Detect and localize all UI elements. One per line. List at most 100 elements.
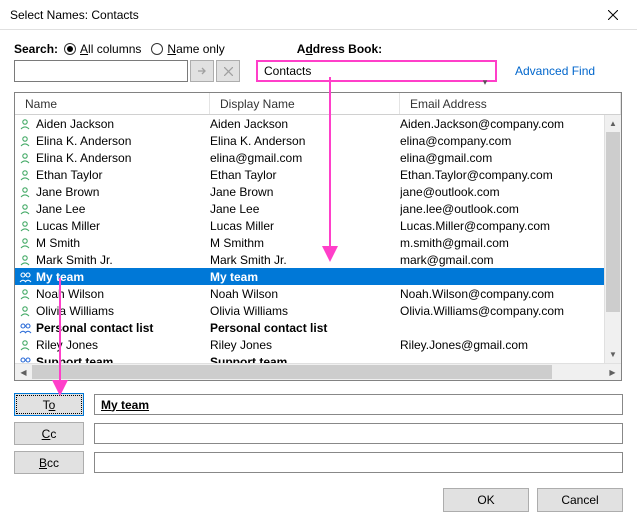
table-row[interactable]: Support team Support team <box>15 353 621 363</box>
radio-dot-icon <box>151 43 163 55</box>
scroll-right-icon[interactable]: ▶ <box>604 364 621 381</box>
table-row[interactable]: Olivia WilliamsOlivia WilliamsOlivia.Wil… <box>15 302 621 319</box>
clear-button[interactable] <box>216 60 240 82</box>
cell-name: Ethan Taylor <box>36 168 103 182</box>
bcc-button[interactable]: Bcc <box>14 451 84 474</box>
radio-all-columns[interactable]: All columns <box>64 42 141 56</box>
vertical-scrollbar[interactable]: ▲ ▼ <box>604 115 621 363</box>
close-button[interactable] <box>591 1 635 29</box>
person-icon <box>18 134 32 148</box>
address-book-label: Address Book: <box>297 42 382 56</box>
to-field[interactable]: My team <box>94 394 623 415</box>
table-row[interactable]: Mark Smith Jr.Mark Smith Jr.mark@gmail.c… <box>15 251 621 268</box>
col-name[interactable]: Name <box>15 93 210 114</box>
advanced-find-link[interactable]: Advanced Find <box>515 64 595 78</box>
person-icon <box>18 236 32 250</box>
table-row[interactable]: Noah WilsonNoah WilsonNoah.Wilson@compan… <box>15 285 621 302</box>
scroll-thumb[interactable] <box>32 365 552 379</box>
table-row[interactable]: M SmithM Smithmm.smith@gmail.com <box>15 234 621 251</box>
table-body[interactable]: Aiden JacksonAiden JacksonAiden.Jackson@… <box>15 115 621 363</box>
group-icon <box>18 321 32 335</box>
person-icon <box>18 287 32 301</box>
scroll-thumb[interactable] <box>606 132 620 312</box>
chevron-down-icon <box>252 64 493 80</box>
cell-email: Riley.Jones@gmail.com <box>400 338 621 352</box>
cell-display: Ethan Taylor <box>210 168 400 182</box>
cell-name: Lucas Miller <box>36 219 100 233</box>
arrow-right-icon <box>197 66 207 76</box>
cell-name: Elina K. Anderson <box>36 134 131 148</box>
address-book-combo[interactable]: Contacts <box>256 60 497 82</box>
cell-email: Noah.Wilson@company.com <box>400 287 621 301</box>
table-row[interactable]: Personal contact listPersonal contact li… <box>15 319 621 336</box>
table-row[interactable]: My team My team <box>15 268 621 285</box>
scroll-up-icon[interactable]: ▲ <box>605 115 621 132</box>
cell-name: Support team <box>36 355 113 364</box>
cell-display: Jane Lee <box>210 202 400 216</box>
cell-display: Aiden Jackson <box>210 117 400 131</box>
cell-display: Elina K. Anderson <box>210 134 400 148</box>
cell-email: Ethan.Taylor@company.com <box>400 168 621 182</box>
cell-display: Lucas Miller <box>210 219 400 233</box>
cell-display: M Smithm <box>210 236 400 250</box>
cell-display: Jane Brown <box>210 185 400 199</box>
cc-button[interactable]: Cc <box>14 422 84 445</box>
cell-display: Support team <box>210 355 400 364</box>
cell-name: Jane Brown <box>36 185 99 199</box>
table-row[interactable]: Lucas MillerLucas MillerLucas.Miller@com… <box>15 217 621 234</box>
table-row[interactable]: Elina K. Anderson elina@gmail.comelina@gm… <box>15 149 621 166</box>
search-input[interactable] <box>14 60 188 82</box>
cell-name: Jane Lee <box>36 202 85 216</box>
bcc-field[interactable] <box>94 452 623 473</box>
table-header: Name Display Name Email Address <box>15 93 621 115</box>
cell-display: elina@gmail.com <box>210 151 400 165</box>
cell-name: Aiden Jackson <box>36 117 114 131</box>
table-row[interactable]: Ethan TaylorEthan TaylorEthan.Taylor@com… <box>15 166 621 183</box>
person-icon <box>18 151 32 165</box>
horizontal-scrollbar[interactable]: ◀ ▶ <box>15 363 621 380</box>
table-row[interactable]: Elina K. AndersonElina K. Andersonelina@… <box>15 132 621 149</box>
table-row[interactable]: Jane BrownJane Brownjane@outlook.com <box>15 183 621 200</box>
cell-email: elina@gmail.com <box>400 151 621 165</box>
scroll-down-icon[interactable]: ▼ <box>605 346 621 363</box>
person-icon <box>18 304 32 318</box>
x-icon <box>224 67 233 76</box>
cell-email: elina@company.com <box>400 134 621 148</box>
table-row[interactable]: Aiden JacksonAiden JacksonAiden.Jackson@… <box>15 115 621 132</box>
table-row[interactable]: Riley JonesRiley JonesRiley.Jones@gmail.… <box>15 336 621 353</box>
go-button[interactable] <box>190 60 214 82</box>
cell-name: M Smith <box>36 236 80 250</box>
group-icon <box>18 270 32 284</box>
search-label: Search: <box>14 42 58 56</box>
cell-name: Elina K. Anderson <box>36 151 131 165</box>
person-icon <box>18 338 32 352</box>
cancel-button[interactable]: Cancel <box>537 488 623 512</box>
radio-name-only[interactable]: Name only <box>151 42 224 56</box>
col-display[interactable]: Display Name <box>210 93 400 114</box>
cell-email: Olivia.Williams@company.com <box>400 304 621 318</box>
cell-display: My team <box>210 270 400 284</box>
ok-button[interactable]: OK <box>443 488 529 512</box>
cell-email: jane@outlook.com <box>400 185 621 199</box>
table-row[interactable]: Jane LeeJane Leejane.lee@outlook.com <box>15 200 621 217</box>
dialog-title: Select Names: Contacts <box>10 8 591 22</box>
cell-name: My team <box>36 270 84 284</box>
col-email[interactable]: Email Address <box>400 93 621 114</box>
person-icon <box>18 117 32 131</box>
cell-email: Aiden.Jackson@company.com <box>400 117 621 131</box>
scroll-left-icon[interactable]: ◀ <box>15 364 32 381</box>
to-button[interactable]: To <box>14 393 84 416</box>
chevron-down-icon: ▾ <box>477 74 493 90</box>
radio-dot-icon <box>64 43 76 55</box>
cell-name: Riley Jones <box>36 338 98 352</box>
dialog-content: Search: All columns Name only Address Bo… <box>0 30 637 524</box>
cell-email: jane.lee@outlook.com <box>400 202 621 216</box>
person-icon <box>18 219 32 233</box>
cell-display: Riley Jones <box>210 338 400 352</box>
cell-name: Mark Smith Jr. <box>36 253 113 267</box>
cc-field[interactable] <box>94 423 623 444</box>
cell-display: Mark Smith Jr. <box>210 253 400 267</box>
group-icon <box>18 355 32 364</box>
cell-display: Olivia Williams <box>210 304 400 318</box>
person-icon <box>18 168 32 182</box>
